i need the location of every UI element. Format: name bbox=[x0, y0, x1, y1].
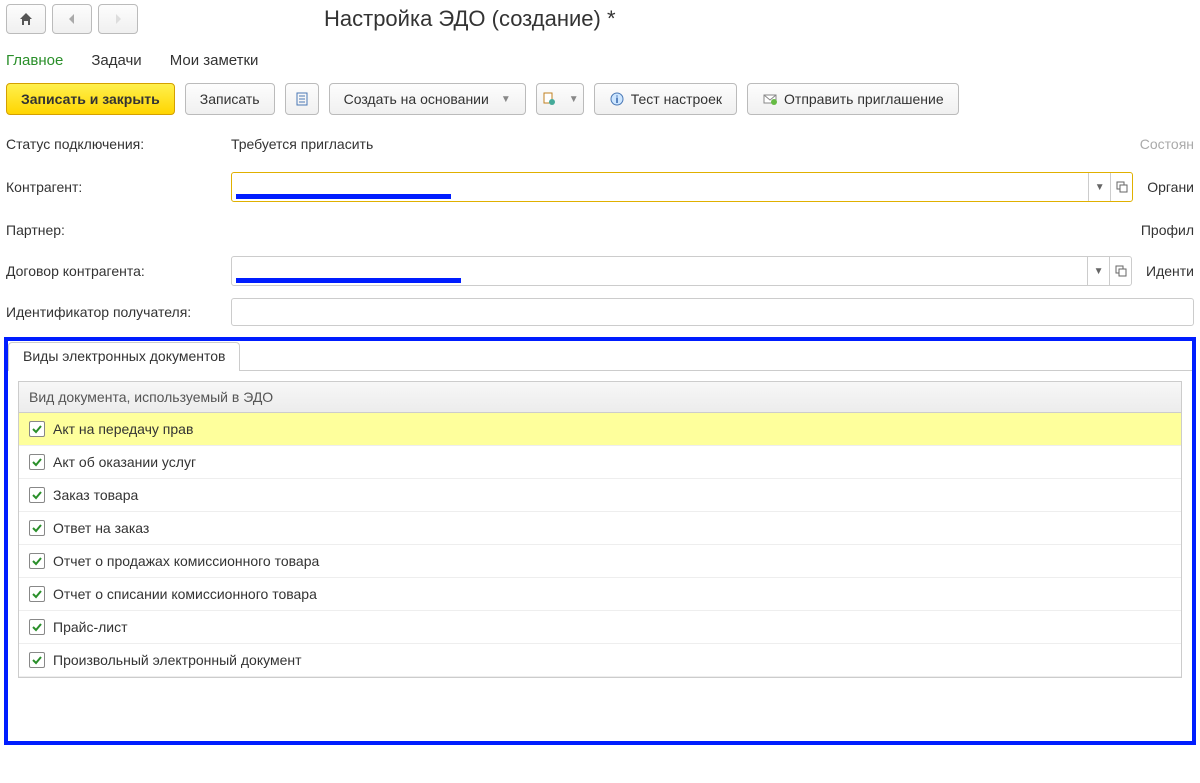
chevron-down-icon: ▼ bbox=[569, 94, 579, 105]
open-icon bbox=[1115, 265, 1127, 277]
doc-types-section: Виды электронных документов Вид документ… bbox=[4, 337, 1196, 745]
chevron-down-icon: ▼ bbox=[501, 94, 511, 105]
list-button[interactable] bbox=[285, 83, 319, 115]
row-label: Отчет о списании комиссионного товара bbox=[53, 586, 317, 602]
open-button[interactable] bbox=[1109, 257, 1131, 285]
table-row[interactable]: Акт об оказании услуг bbox=[19, 446, 1181, 479]
checkbox[interactable] bbox=[29, 586, 45, 602]
redacted-value bbox=[236, 278, 461, 283]
tab-tasks[interactable]: Задачи bbox=[91, 52, 141, 69]
toolbar: Записать и закрыть Записать Создать на о… bbox=[0, 79, 1200, 125]
open-button[interactable] bbox=[1110, 173, 1132, 201]
home-icon bbox=[18, 11, 34, 27]
row-label: Отчет о продажах комиссионного товара bbox=[53, 553, 319, 569]
action-dropdown-button[interactable]: ▼ bbox=[536, 83, 584, 115]
dropdown-button[interactable]: ▼ bbox=[1088, 173, 1110, 201]
check-icon bbox=[31, 456, 43, 468]
arrow-right-icon bbox=[110, 11, 126, 27]
table-row[interactable]: Прайс-лист bbox=[19, 611, 1181, 644]
row-label: Произвольный электронный документ bbox=[53, 652, 302, 668]
check-icon bbox=[31, 555, 43, 567]
partner-label: Партнер: bbox=[6, 222, 231, 238]
tab-notes[interactable]: Мои заметки bbox=[170, 52, 259, 69]
checkbox[interactable] bbox=[29, 454, 45, 470]
checkbox[interactable] bbox=[29, 421, 45, 437]
contragent-label: Контрагент: bbox=[6, 179, 231, 195]
table-row[interactable]: Отчет о списании комиссионного товара bbox=[19, 578, 1181, 611]
arrow-left-icon bbox=[64, 11, 80, 27]
page-title: Настройка ЭДО (создание) * bbox=[324, 6, 616, 32]
contract-side-label: Иденти bbox=[1146, 263, 1194, 279]
document-icon bbox=[541, 91, 557, 107]
row-label: Прайс-лист bbox=[53, 619, 128, 635]
table-row[interactable]: Ответ на заказ bbox=[19, 512, 1181, 545]
tab-main[interactable]: Главное bbox=[6, 52, 63, 69]
check-icon bbox=[31, 489, 43, 501]
check-icon bbox=[31, 588, 43, 600]
row-label: Заказ товара bbox=[53, 487, 138, 503]
save-label: Записать bbox=[200, 91, 260, 107]
dropdown-button[interactable]: ▼ bbox=[1087, 257, 1109, 285]
contract-label: Договор контрагента: bbox=[6, 263, 231, 279]
redacted-value bbox=[236, 194, 451, 199]
table-row[interactable]: Акт на передачу прав bbox=[19, 413, 1181, 446]
table-row[interactable]: Заказ товара bbox=[19, 479, 1181, 512]
recipient-id-label: Идентификатор получателя: bbox=[6, 304, 231, 320]
contragent-side-label: Органи bbox=[1147, 179, 1194, 195]
svg-text:i: i bbox=[615, 95, 618, 106]
forward-button[interactable] bbox=[98, 4, 138, 34]
create-based-label: Создать на основании bbox=[344, 91, 489, 107]
save-and-close-label: Записать и закрыть bbox=[21, 91, 160, 107]
create-based-on-button[interactable]: Создать на основании ▼ bbox=[329, 83, 526, 115]
status-label: Статус подключения: bbox=[6, 136, 231, 152]
table-row[interactable]: Отчет о продажах комиссионного товара bbox=[19, 545, 1181, 578]
test-settings-button[interactable]: i Тест настроек bbox=[594, 83, 737, 115]
check-icon bbox=[31, 522, 43, 534]
list-icon bbox=[294, 91, 310, 107]
top-tabs: Главное Задачи Мои заметки bbox=[0, 34, 1200, 79]
envelope-icon bbox=[762, 91, 778, 107]
save-button[interactable]: Записать bbox=[185, 83, 275, 115]
checkbox[interactable] bbox=[29, 487, 45, 503]
checkbox[interactable] bbox=[29, 619, 45, 635]
checkbox[interactable] bbox=[29, 652, 45, 668]
send-invite-button[interactable]: Отправить приглашение bbox=[747, 83, 959, 115]
checkbox[interactable] bbox=[29, 553, 45, 569]
row-label: Акт на передачу прав bbox=[53, 421, 193, 437]
grid-header: Вид документа, используемый в ЭДО bbox=[19, 382, 1181, 413]
check-icon bbox=[31, 423, 43, 435]
check-icon bbox=[31, 654, 43, 666]
home-button[interactable] bbox=[6, 4, 46, 34]
save-and-close-button[interactable]: Записать и закрыть bbox=[6, 83, 175, 115]
checkbox[interactable] bbox=[29, 520, 45, 536]
recipient-id-input[interactable] bbox=[231, 298, 1194, 326]
partner-side-label: Профил bbox=[1141, 222, 1194, 238]
check-icon bbox=[31, 621, 43, 633]
contragent-field[interactable]: ▼ bbox=[231, 172, 1133, 202]
tab-doc-types[interactable]: Виды электронных документов bbox=[8, 342, 240, 371]
contract-field[interactable]: ▼ bbox=[231, 256, 1132, 286]
open-icon bbox=[1116, 181, 1128, 193]
table-row[interactable]: Произвольный электронный документ bbox=[19, 644, 1181, 677]
row-label: Акт об оказании услуг bbox=[53, 454, 196, 470]
back-button[interactable] bbox=[52, 4, 92, 34]
info-icon: i bbox=[609, 91, 625, 107]
form: Статус подключения: Требуется пригласить… bbox=[0, 125, 1200, 331]
status-side-label: Состоян bbox=[1140, 136, 1194, 152]
status-value: Требуется пригласить bbox=[231, 136, 373, 152]
row-label: Ответ на заказ bbox=[53, 520, 149, 536]
doc-types-grid: Вид документа, используемый в ЭДО Акт на… bbox=[18, 381, 1182, 678]
send-invite-label: Отправить приглашение bbox=[784, 91, 944, 107]
test-settings-label: Тест настроек bbox=[631, 91, 722, 107]
